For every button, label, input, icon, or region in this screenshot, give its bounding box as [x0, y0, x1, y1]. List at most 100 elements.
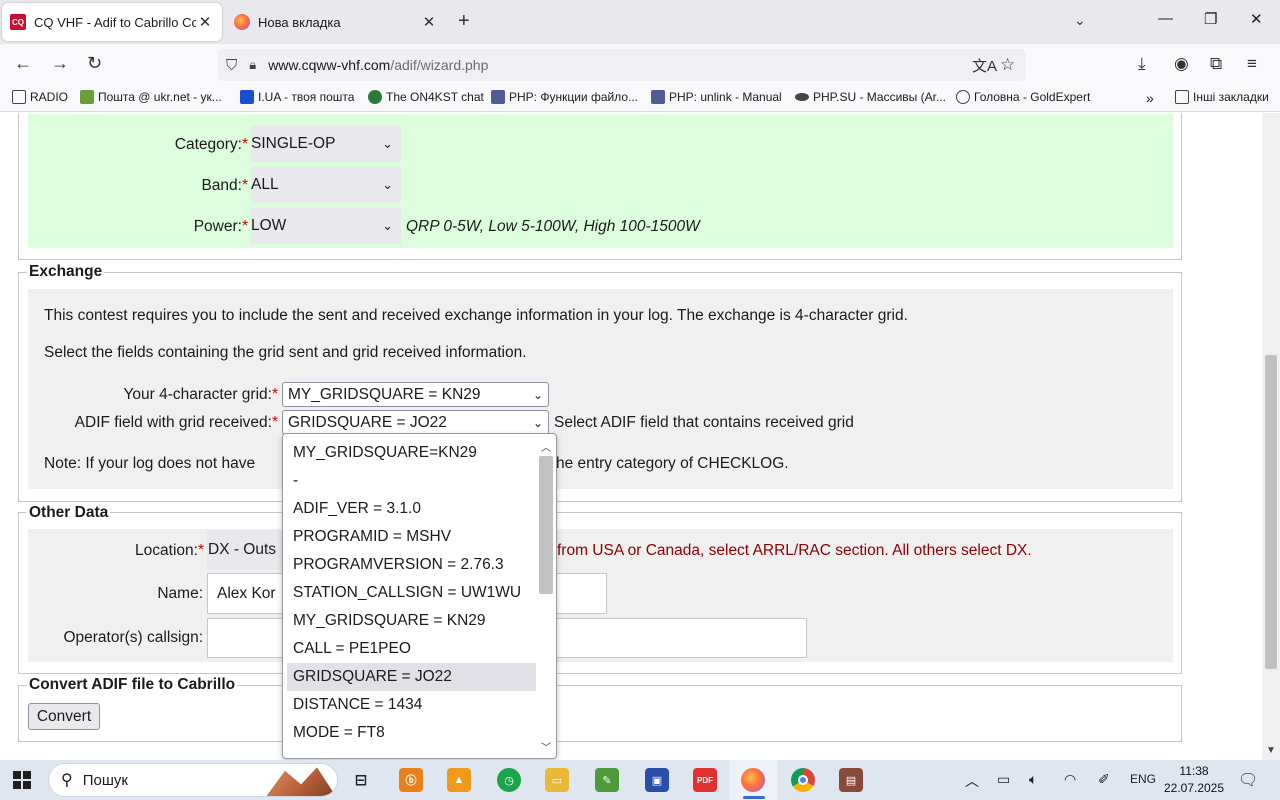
dropdown-option[interactable]: MODE = FT8	[287, 719, 536, 747]
folder-icon	[12, 90, 26, 104]
dropdown-scroll-thumb[interactable]	[539, 456, 553, 594]
convert-button[interactable]: Convert	[28, 703, 100, 730]
shield-icon[interactable]: ⛉	[226, 57, 237, 74]
forward-icon[interactable]: →	[51, 53, 69, 74]
chevron-down-icon: ⌄	[382, 136, 393, 151]
bookmark-radio[interactable]: RADIO	[12, 90, 68, 104]
received-grid-dropdown-list[interactable]: MY_GRIDSQUARE=KN29 - ADIF_VER = 3.1.0 PR…	[282, 433, 557, 759]
file-explorer-icon[interactable]: ▭	[545, 768, 569, 792]
spreadsheet-icon[interactable]: ✎	[595, 768, 619, 792]
lock-icon[interactable]: 🔒︎	[249, 57, 256, 73]
translate-icon[interactable]: 文A	[972, 55, 997, 76]
bookmark-label: PHP: unlink - Manual	[669, 90, 782, 104]
close-window-icon[interactable]: ✕	[1250, 10, 1263, 28]
bookmark-ukrnet[interactable]: Пошта @ ukr.net - ук...	[80, 90, 222, 104]
exchange-note-start: Note: If your log does not have	[44, 455, 256, 472]
bookmark-label: The ON4KST chat	[386, 90, 484, 104]
page-scrollbar[interactable]: ▼	[1262, 113, 1280, 760]
power-select[interactable]: LOW ⌄	[251, 208, 401, 244]
bookmark-other[interactable]: Інші закладки	[1175, 90, 1269, 104]
band-select[interactable]: ALL ⌄	[251, 167, 401, 203]
scroll-down-arrow-icon[interactable]: ▼	[1266, 745, 1276, 756]
category-select[interactable]: SINGLE-OP ⌄	[251, 126, 401, 162]
exchange-intro: This contest requires you to include the…	[44, 307, 908, 324]
chrome-icon[interactable]	[791, 768, 815, 792]
php-icon	[491, 90, 505, 104]
chevron-up-icon[interactable]: ︿	[965, 771, 979, 791]
speaker-muted-icon[interactable]: 🔈︎	[1029, 771, 1037, 788]
more-bookmarks-icon[interactable]: »	[1146, 90, 1154, 106]
back-icon[interactable]: ←	[14, 53, 32, 74]
exchange-legend: Exchange	[27, 263, 105, 281]
download-icon[interactable]: ⤓	[1138, 54, 1146, 74]
tab-new-tab[interactable]: Нова вкладка ✕	[226, 3, 446, 41]
language-indicator[interactable]: ENG	[1130, 772, 1156, 786]
system-clock[interactable]: 11:38 22.07.2025	[1162, 763, 1226, 797]
taskbar-search[interactable]: ⚲ Пошук	[48, 763, 338, 797]
dropdown-option[interactable]: STATION_CALLSIGN = UW1WU	[287, 579, 536, 607]
bookmarks-bar: RADIO Пошта @ ukr.net - ук... I.UA - тво…	[0, 86, 1280, 112]
bookmark-on4kst[interactable]: The ON4KST chat	[368, 90, 484, 104]
tab-cq-vhf[interactable]: CQ CQ VHF - Adif to Cabrillo Conve ✕	[2, 3, 222, 41]
close-icon[interactable]: ✕	[420, 13, 438, 31]
minimize-icon[interactable]: —	[1158, 10, 1173, 27]
name-label: Name:	[157, 585, 203, 602]
url-path: /adif/wizard.php	[390, 57, 489, 73]
app-icon-triangles[interactable]: ▲	[447, 768, 471, 792]
address-bar[interactable]: ⛉ 🔒︎ www.cqww-vhf.com/adif/wizard.php 文A…	[218, 49, 1026, 81]
app-icon-box[interactable]: ▤	[839, 768, 863, 792]
new-tab-icon[interactable]: +	[458, 10, 470, 33]
chevron-down-icon: ⌄	[382, 218, 393, 233]
chevron-down-icon[interactable]: ⌄	[1074, 12, 1086, 29]
dropdown-option[interactable]: PROGRAMVERSION = 2.76.3	[287, 551, 536, 579]
tab-bar: CQ CQ VHF - Adif to Cabrillo Conve ✕ Нов…	[0, 0, 1280, 44]
save-disk-icon[interactable]: ▣	[645, 768, 669, 792]
navigation-bar: ← → ↻ ⛉ 🔒︎ www.cqww-vhf.com/adif/wizard.…	[0, 44, 1280, 86]
app-icon-orange[interactable]: ⓑ	[399, 768, 423, 792]
account-icon[interactable]: ◉	[1174, 54, 1189, 74]
clock-time: 11:38	[1179, 764, 1209, 778]
your-grid-select[interactable]: MY_GRIDSQUARE = KN29 ⌄	[282, 382, 549, 407]
chevron-down-icon: ⌄	[382, 177, 393, 192]
dropdown-option[interactable]: DISTANCE = 1434	[287, 691, 536, 719]
bookmark-goldexpert[interactable]: Головна - GoldExpert	[956, 90, 1090, 104]
received-grid-select[interactable]: GRIDSQUARE = JO22 ⌄	[282, 410, 549, 435]
dropdown-scrollbar[interactable]: ︿ ﹀	[536, 434, 556, 758]
wifi-icon[interactable]: ◠	[1064, 771, 1076, 788]
pen-icon[interactable]: ✐	[1098, 771, 1110, 788]
app-icon-green-clock[interactable]: ◷	[497, 768, 521, 792]
bookmark-phpsu[interactable]: PHP.SU - Массивы (Ar...	[795, 90, 946, 104]
bookmark-iua[interactable]: I.UA - твоя пошта	[240, 90, 354, 104]
firefox-icon[interactable]	[741, 768, 765, 792]
reload-icon[interactable]: ↻	[87, 53, 102, 74]
close-icon[interactable]: ✕	[196, 13, 214, 31]
dropdown-option[interactable]: CALL = PE1PEO	[287, 635, 536, 663]
location-label: Location:*	[135, 542, 204, 559]
battery-icon[interactable]: ▭	[997, 771, 1010, 788]
dropdown-option-selected[interactable]: GRIDSQUARE = JO22	[287, 663, 536, 691]
menu-icon[interactable]: ≡	[1247, 54, 1257, 74]
extensions-icon[interactable]: ⧉	[1210, 54, 1222, 74]
restore-icon[interactable]: ❐	[1204, 10, 1217, 28]
dropdown-option[interactable]: MY_GRIDSQUARE=KN29	[287, 439, 536, 467]
dropdown-option[interactable]: -	[287, 467, 536, 495]
star-icon[interactable]: ☆	[1000, 55, 1015, 75]
bookmark-php-files[interactable]: PHP: Функции файло...	[491, 90, 638, 104]
cq-vhf-favicon-icon: CQ	[10, 14, 26, 30]
dropdown-option[interactable]: PROGRAMID = MSHV	[287, 523, 536, 551]
chevron-up-icon[interactable]: ︿	[539, 439, 553, 454]
dropdown-option[interactable]: MY_GRIDSQUARE = KN29	[287, 607, 536, 635]
task-view-icon[interactable]: ⊟	[349, 768, 373, 792]
operators-label: Operator(s) callsign:	[63, 629, 203, 646]
dropdown-option[interactable]: ADIF_VER = 3.1.0	[287, 495, 536, 523]
exchange-instruction: Select the fields containing the grid se…	[44, 344, 527, 361]
chevron-down-icon[interactable]: ﹀	[539, 739, 553, 754]
pdf-icon[interactable]: PDF	[693, 768, 717, 792]
page-scroll-thumb[interactable]	[1265, 355, 1277, 669]
windows-start-icon[interactable]	[13, 771, 31, 789]
bookmark-label: RADIO	[30, 90, 69, 104]
received-grid-value: GRIDSQUARE = JO22	[288, 413, 447, 431]
notification-icon[interactable]: 🗨︎	[1238, 770, 1258, 790]
iua-icon	[240, 90, 254, 104]
bookmark-php-unlink[interactable]: PHP: unlink - Manual	[651, 90, 782, 104]
